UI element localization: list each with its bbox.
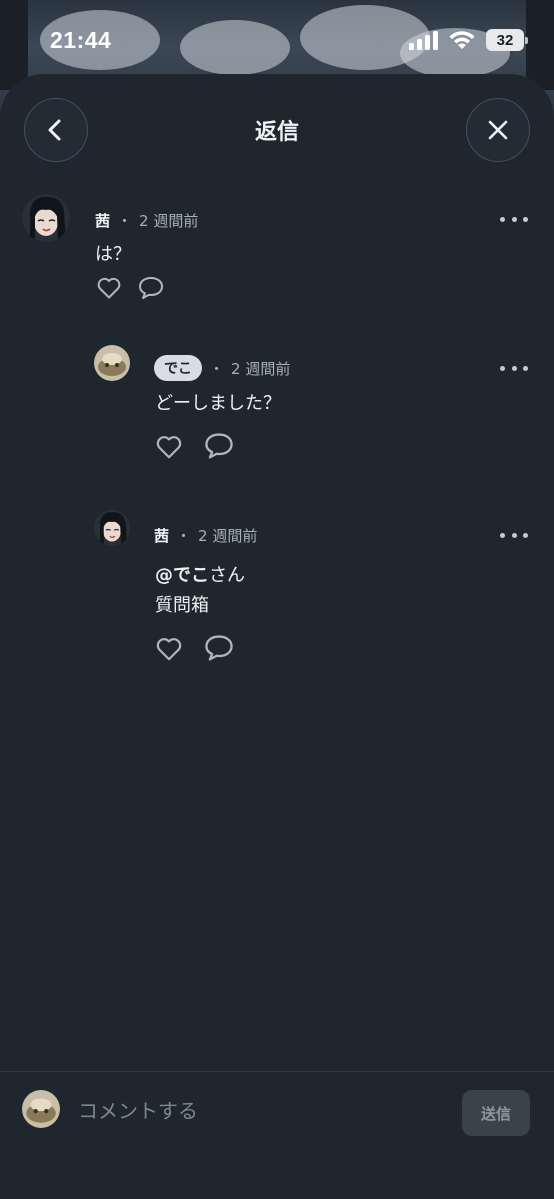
mention-link[interactable]: @でこ <box>155 565 209 586</box>
wifi-icon <box>449 31 475 49</box>
comment-text: どーしました？ <box>155 393 281 414</box>
sheet-header: 返信 <box>0 74 554 186</box>
meta-separator: ・ <box>209 359 225 378</box>
comment-time: 2 週間前 <box>198 527 258 545</box>
battery-icon: 32 <box>486 29 528 51</box>
mention-suffix: さん <box>209 565 245 586</box>
comment-input[interactable] <box>78 1096 438 1126</box>
avatar[interactable] <box>22 194 70 242</box>
more-options-button[interactable] <box>500 363 528 373</box>
more-options-button[interactable] <box>500 214 528 224</box>
heart-icon[interactable] <box>96 276 122 300</box>
author-name[interactable]: 茜 <box>154 525 169 546</box>
comment-time: 2 週間前 <box>231 359 291 378</box>
author-name[interactable]: 茜 <box>95 210 110 231</box>
signal-icon <box>409 31 438 50</box>
more-options-button[interactable] <box>500 530 528 540</box>
author-name-badge[interactable]: でこ <box>154 355 202 381</box>
comment-icon[interactable] <box>137 275 165 301</box>
comment-meta: でこ ・ 2 週間前 <box>154 355 290 381</box>
replies-sheet: 返信 茜 ・ 2 週間前 は？ でこ ・ 2 週間前 どーしました？ 茜 ・ 2… <box>0 74 554 1199</box>
avatar <box>22 1090 60 1128</box>
meta-separator: ・ <box>117 212 133 230</box>
status-bar: 21:44 32 <box>0 0 554 80</box>
heart-icon[interactable] <box>155 434 183 460</box>
comment-meta: 茜 ・ 2 週間前 <box>154 525 257 546</box>
comment-text: 質問箱 <box>155 595 209 616</box>
close-button[interactable] <box>466 98 530 162</box>
send-button[interactable]: 送信 <box>462 1090 530 1136</box>
comment-icon[interactable] <box>203 633 235 663</box>
battery-level: 32 <box>496 31 514 49</box>
comment-icon[interactable] <box>203 431 235 461</box>
comment-time: 2 週間前 <box>139 212 199 230</box>
meta-separator: ・ <box>176 527 192 545</box>
comment-composer: 送信 <box>0 1071 554 1199</box>
avatar[interactable] <box>94 345 130 381</box>
avatar[interactable] <box>94 510 130 546</box>
comment-text-line: @でこさん <box>155 561 245 591</box>
status-time: 21:44 <box>50 26 112 53</box>
comment-text: は？ <box>95 244 131 265</box>
status-icons: 32 <box>408 29 528 51</box>
comment-meta: 茜 ・ 2 週間前 <box>95 210 198 231</box>
close-icon <box>488 120 508 140</box>
heart-icon[interactable] <box>155 636 183 662</box>
